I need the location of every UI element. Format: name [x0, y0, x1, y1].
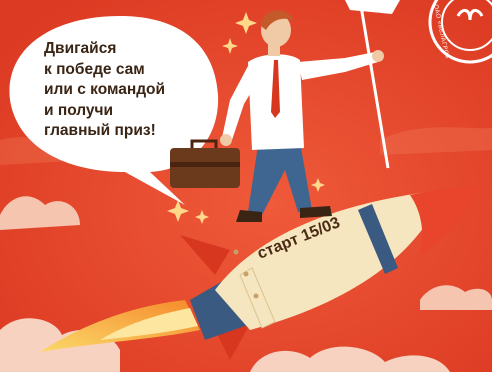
bubble-line: Двигайся: [44, 40, 117, 57]
bubble-line: главный приз!: [44, 122, 156, 139]
bubble-text: Двигайся к победе сам или с командой и п…: [44, 39, 204, 142]
bubble-line: к победе сам: [44, 60, 145, 78]
briefcase-icon: [170, 139, 240, 188]
bubble-line: и получи: [44, 101, 114, 119]
bubble-line: или с командой: [44, 81, 166, 98]
promo-banner: Двигайся к победе сам или с командой и п…: [0, 0, 492, 372]
